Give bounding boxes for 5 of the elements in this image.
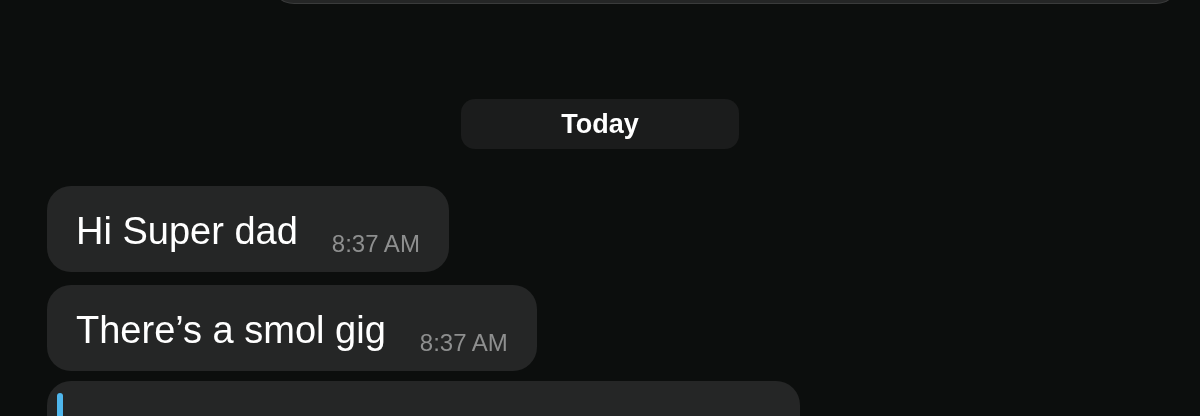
message-text: Hi Super dad xyxy=(76,209,298,254)
message-time: 8:37 AM xyxy=(419,329,508,357)
message-text: There’s a smol gig xyxy=(76,308,386,353)
date-chip: Today xyxy=(461,99,739,149)
message-time: 8:37 AM xyxy=(331,230,420,258)
